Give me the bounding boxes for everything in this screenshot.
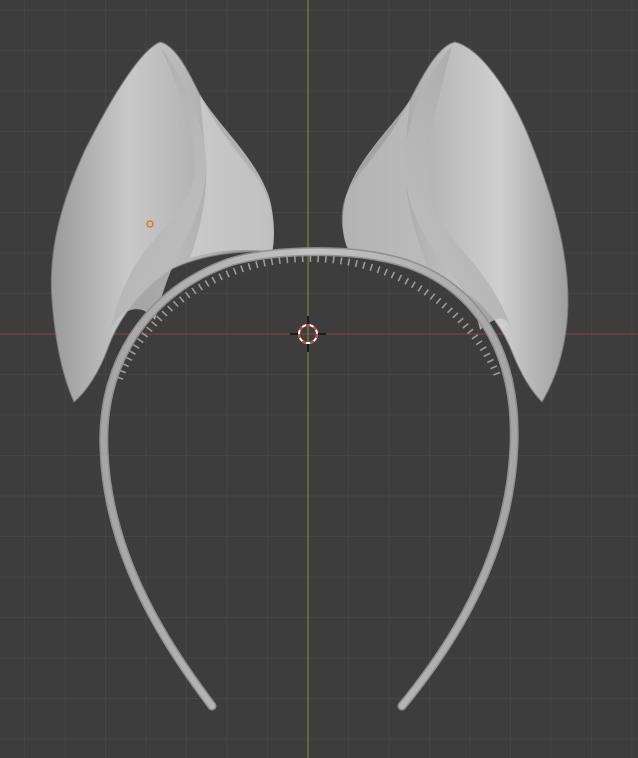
comb-tooth [467,328,474,335]
comb-tooth [390,271,396,279]
comb-tooth [446,307,454,314]
comb-tooth [397,274,403,282]
comb-tooth [475,340,483,346]
comb-tooth [417,285,423,292]
scene-objects [50,41,569,711]
comb-tooth [383,268,388,276]
comb-tooth [429,293,436,300]
comb-tooth [483,352,491,358]
comb-tooth [247,263,252,271]
comb-tooth [132,344,140,350]
comb-tooth [232,267,237,275]
comb-tooth [156,315,163,322]
comb-tooth [339,257,343,265]
comb-tooth [167,305,174,312]
comb-tooth [369,263,374,271]
comb-tooth [125,356,133,362]
comb-tooth [141,332,149,338]
comb-tooth [376,266,381,274]
comb-tooth [211,276,217,284]
comb-tooth [262,259,266,267]
comb-tooth [410,281,416,289]
comb-tooth [435,297,442,305]
comb-tooth [354,259,358,268]
comb-tooth [493,371,501,376]
comb-tooth [204,280,210,287]
comb-tooth [121,362,130,368]
comb-tooth [197,283,203,291]
comb-tooth [286,255,289,264]
comb-tooth [137,338,144,344]
comb-tooth [347,258,351,266]
comb-tooth [172,300,179,308]
comb-tooth [471,334,479,340]
comb-tooth [161,310,168,317]
comb-tooth [457,317,464,324]
comb-tooth [452,312,459,319]
comb-tooth [191,287,197,295]
headband-mesh[interactable] [99,247,519,711]
comb-tooth [490,365,498,370]
ear-right-mesh[interactable] [341,41,569,403]
3d-viewport[interactable] [0,0,638,758]
comb-tooth [479,346,487,352]
comb-tooth [240,265,244,273]
comb-tooth [332,256,335,264]
3d-cursor-icon[interactable] [290,316,326,352]
comb-tooth [184,291,191,299]
comb-tooth [218,273,223,281]
comb-tooth [128,350,136,355]
comb-tooth [423,289,429,296]
comb-tooth [462,322,469,329]
comb-tooth [255,261,259,269]
comb-tooth [270,258,274,266]
comb-tooth [362,261,366,269]
comb-tooth [278,256,281,265]
comb-tooth [225,270,230,278]
comb-tooth [486,358,494,364]
comb-tooth [441,302,448,309]
comb-tooth [150,320,158,327]
comb-tooth [178,296,185,303]
comb-tooth [404,277,410,285]
comb-tooth [324,255,327,263]
comb-tooth [146,326,153,333]
ear-left-mesh[interactable] [50,41,274,403]
